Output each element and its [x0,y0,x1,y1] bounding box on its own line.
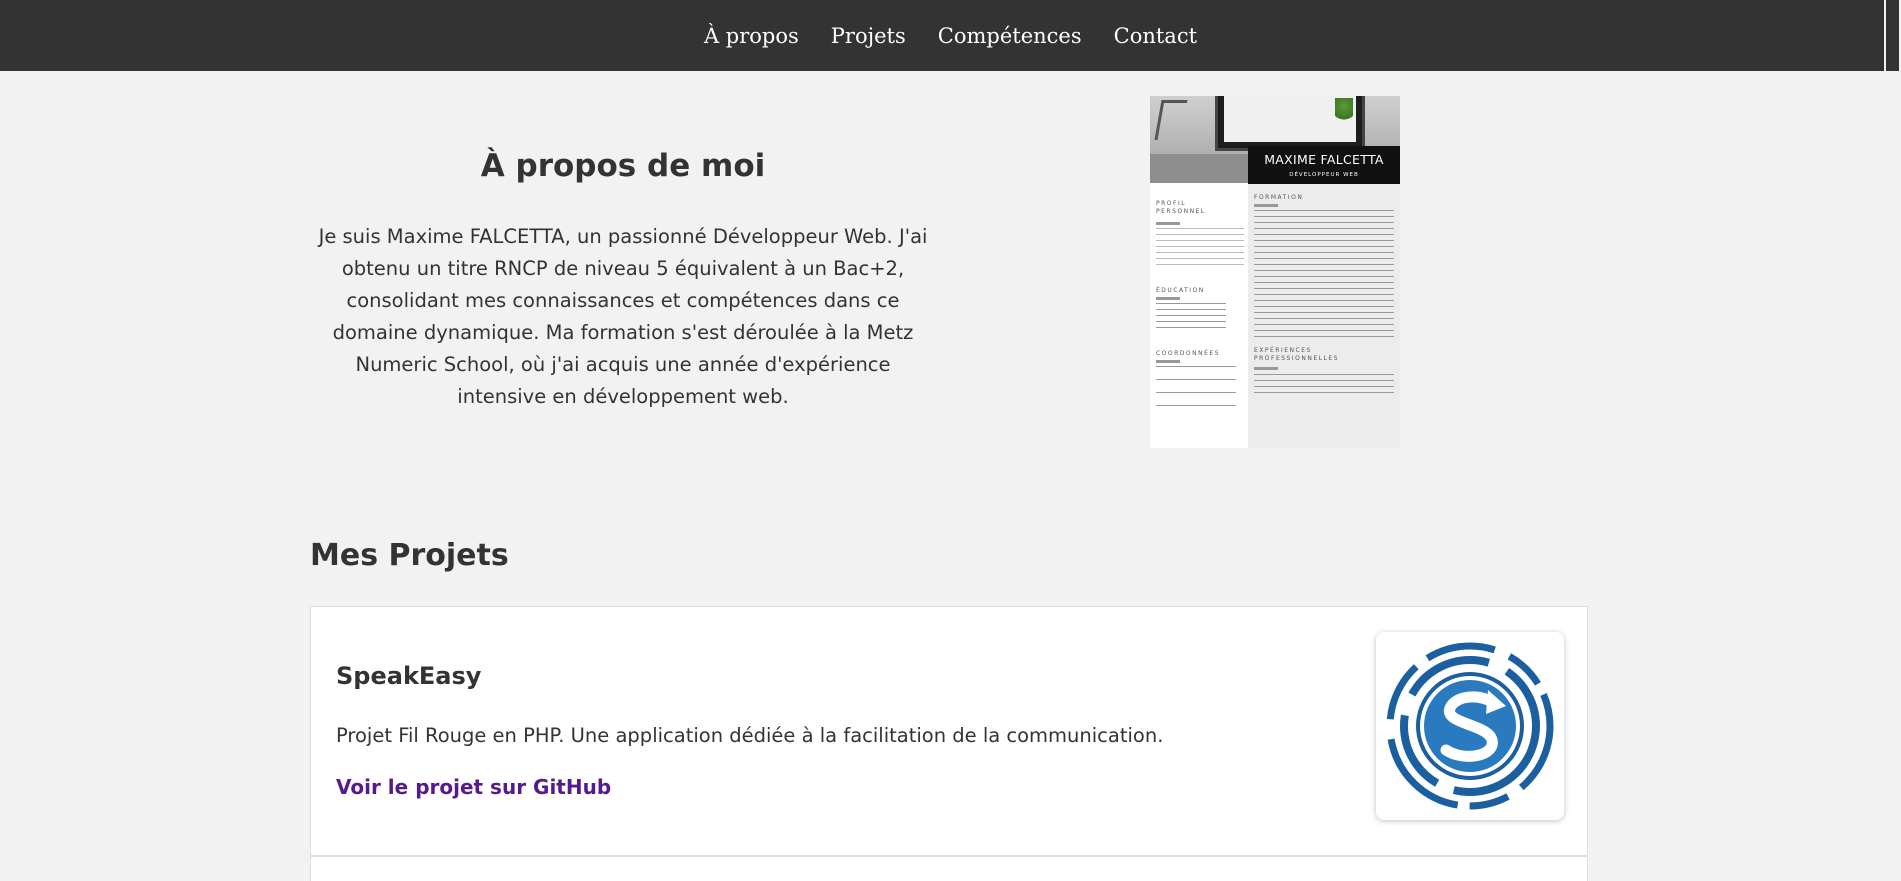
cv-section-experience: EXPÉRIENCES PROFESSIONNELLES [1254,347,1339,362]
nav-link-contact[interactable]: Contact [1114,24,1197,48]
cv-section-contact: COORDONNÉES [1156,350,1221,357]
nav-link-projects[interactable]: Projets [831,24,906,48]
cv-role: DÉVELOPPEUR WEB [1289,172,1359,178]
project-github-link[interactable]: Voir le projet sur GitHub [336,775,611,799]
project-card [310,856,1588,881]
scrollbar[interactable] [1884,0,1901,881]
project-description: Projet Fil Rouge en PHP. Une application… [336,724,1164,747]
cv-section-education: ÉDUCATION [1156,287,1205,294]
projects-title: Mes Projets [310,538,509,573]
about-text: Je suis Maxime FALCETTA, un passionné Dé… [318,225,928,408]
speakeasy-logo-icon [1376,632,1564,820]
scrollbar-thumb[interactable] [1886,0,1899,71]
cv-section-profile: PROFIL PERSONNEL [1156,200,1206,215]
cv-image: MAXIME FALCETTA DÉVELOPPEUR WEB PROFIL P… [1150,96,1400,448]
cv-name: MAXIME FALCETTA [1264,152,1384,167]
nav-link-about[interactable]: À propos [704,24,799,48]
project-title: SpeakEasy [336,662,482,690]
nav-link-skills[interactable]: Compétences [938,24,1082,48]
project-card: SpeakEasy Projet Fil Rouge en PHP. Une a… [310,606,1588,856]
cv-right-column: FORMATION EXPÉRIENCES PROFESSIONNELLES [1248,184,1400,448]
top-navigation: À propos Projets Compétences Contact [0,0,1901,71]
about-title: À propos de moi [480,148,766,184]
cv-name-box: MAXIME FALCETTA DÉVELOPPEUR WEB [1248,146,1400,184]
cv-section-training: FORMATION [1254,194,1304,201]
cv-left-column: PROFIL PERSONNEL ÉDUCATION COORDONNÉES [1150,183,1248,448]
